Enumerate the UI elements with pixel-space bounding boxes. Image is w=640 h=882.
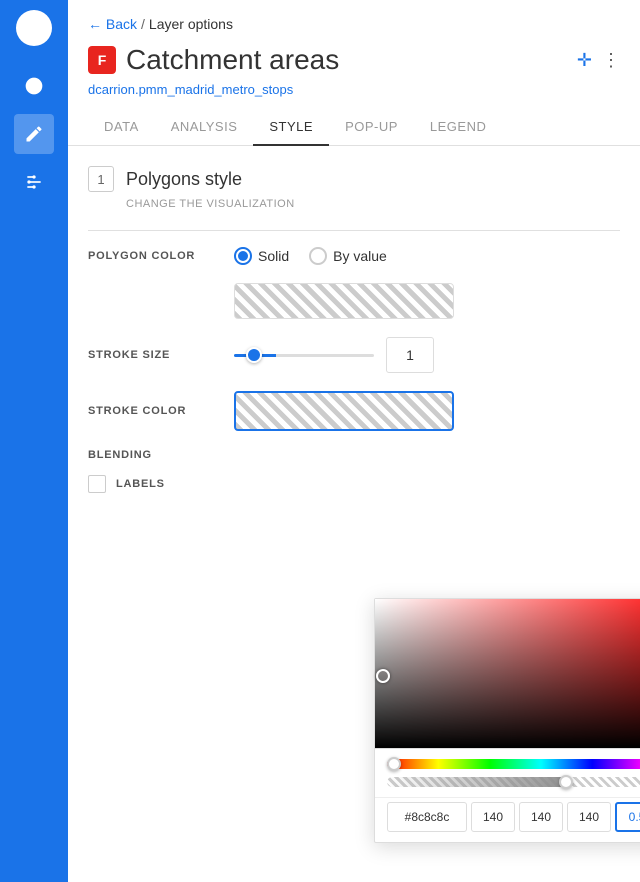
labels-label: LABELS	[116, 478, 165, 490]
stroke-color-swatch[interactable]	[234, 391, 454, 431]
blue-input[interactable]	[567, 802, 611, 832]
red-input[interactable]	[471, 802, 515, 832]
opacity-slider-row	[375, 773, 640, 797]
solid-radio[interactable]	[234, 247, 252, 265]
opacity-fill	[387, 777, 572, 787]
hex-input[interactable]	[387, 802, 467, 832]
layer-header: F Catchment areas ✛ ⋮	[68, 40, 640, 80]
tab-legend[interactable]: LEGEND	[414, 109, 502, 146]
breadcrumb-current: Layer options	[149, 16, 233, 32]
opacity-thumb	[559, 775, 573, 789]
color-picker-popup	[374, 598, 640, 843]
color-values-row	[375, 797, 640, 842]
more-options-icon[interactable]: ⋮	[602, 50, 620, 71]
sidebar-item-filter[interactable]	[14, 162, 54, 202]
hue-slider-row	[375, 749, 640, 773]
section-header: 1 Polygons style	[88, 166, 620, 192]
polygon-color-label: POLYGON COLOR	[88, 250, 218, 262]
stroke-size-slider-container	[234, 337, 434, 373]
labels-checkbox[interactable]	[88, 475, 106, 493]
blending-label: BLENDING	[88, 449, 218, 461]
hue-slider[interactable]	[387, 759, 640, 769]
layer-type-icon: F	[88, 46, 116, 74]
stroke-color-row: STROKE COLOR	[88, 391, 620, 431]
back-link[interactable]: ← Back	[88, 16, 137, 32]
section-title: Polygons style	[126, 169, 242, 190]
logo	[16, 10, 52, 46]
layer-subtitle: dcarrion.pmm_madrid_metro_stops	[68, 80, 640, 109]
opacity-slider-track[interactable]	[387, 777, 640, 787]
polygon-color-options: Solid By value	[234, 247, 387, 265]
change-visualization-link[interactable]: CHANGE THE VISUALIZATION	[88, 198, 620, 210]
alpha-input[interactable]	[615, 802, 640, 832]
sidebar-item-edit[interactable]	[14, 114, 54, 154]
style-content: 1 Polygons style CHANGE THE VISUALIZATIO…	[68, 146, 640, 513]
solid-label: Solid	[258, 248, 289, 264]
polygon-color-row: POLYGON COLOR Solid By value	[88, 247, 620, 265]
divider	[88, 230, 620, 231]
breadcrumb-separator: /	[141, 16, 145, 32]
labels-row: LABELS	[88, 475, 620, 493]
layer-title: Catchment areas	[126, 44, 567, 76]
stroke-color-label: STROKE COLOR	[88, 405, 218, 417]
step-badge: 1	[88, 166, 114, 192]
tab-data[interactable]: DATA	[88, 109, 155, 146]
expand-icon[interactable]: ✛	[577, 50, 592, 71]
polygon-color-swatch[interactable]	[234, 283, 454, 319]
header-actions: ✛ ⋮	[577, 50, 620, 71]
color-gradient[interactable]	[375, 599, 640, 749]
stroke-size-input[interactable]	[386, 337, 434, 373]
tab-style[interactable]: STYLE	[253, 109, 329, 146]
main-panel: ← Back / Layer options F Catchment areas…	[68, 0, 640, 882]
stroke-size-row: STROKE SIZE	[88, 337, 620, 373]
green-input[interactable]	[519, 802, 563, 832]
stroke-size-label: STROKE SIZE	[88, 349, 218, 361]
tab-analysis[interactable]: ANALYSIS	[155, 109, 254, 146]
tabs-container: DATA ANALYSIS STYLE POP-UP LEGEND	[68, 109, 640, 146]
breadcrumb: ← Back / Layer options	[68, 0, 640, 40]
blending-row: BLENDING	[88, 449, 620, 461]
stroke-size-slider[interactable]	[234, 354, 374, 357]
solid-option[interactable]: Solid	[234, 247, 289, 265]
sidebar-item-home[interactable]	[14, 66, 54, 106]
tab-popup[interactable]: POP-UP	[329, 109, 414, 146]
sidebar	[0, 0, 68, 882]
by-value-option[interactable]: By value	[309, 247, 387, 265]
by-value-radio[interactable]	[309, 247, 327, 265]
color-cursor[interactable]	[376, 669, 390, 683]
by-value-label: By value	[333, 248, 387, 264]
